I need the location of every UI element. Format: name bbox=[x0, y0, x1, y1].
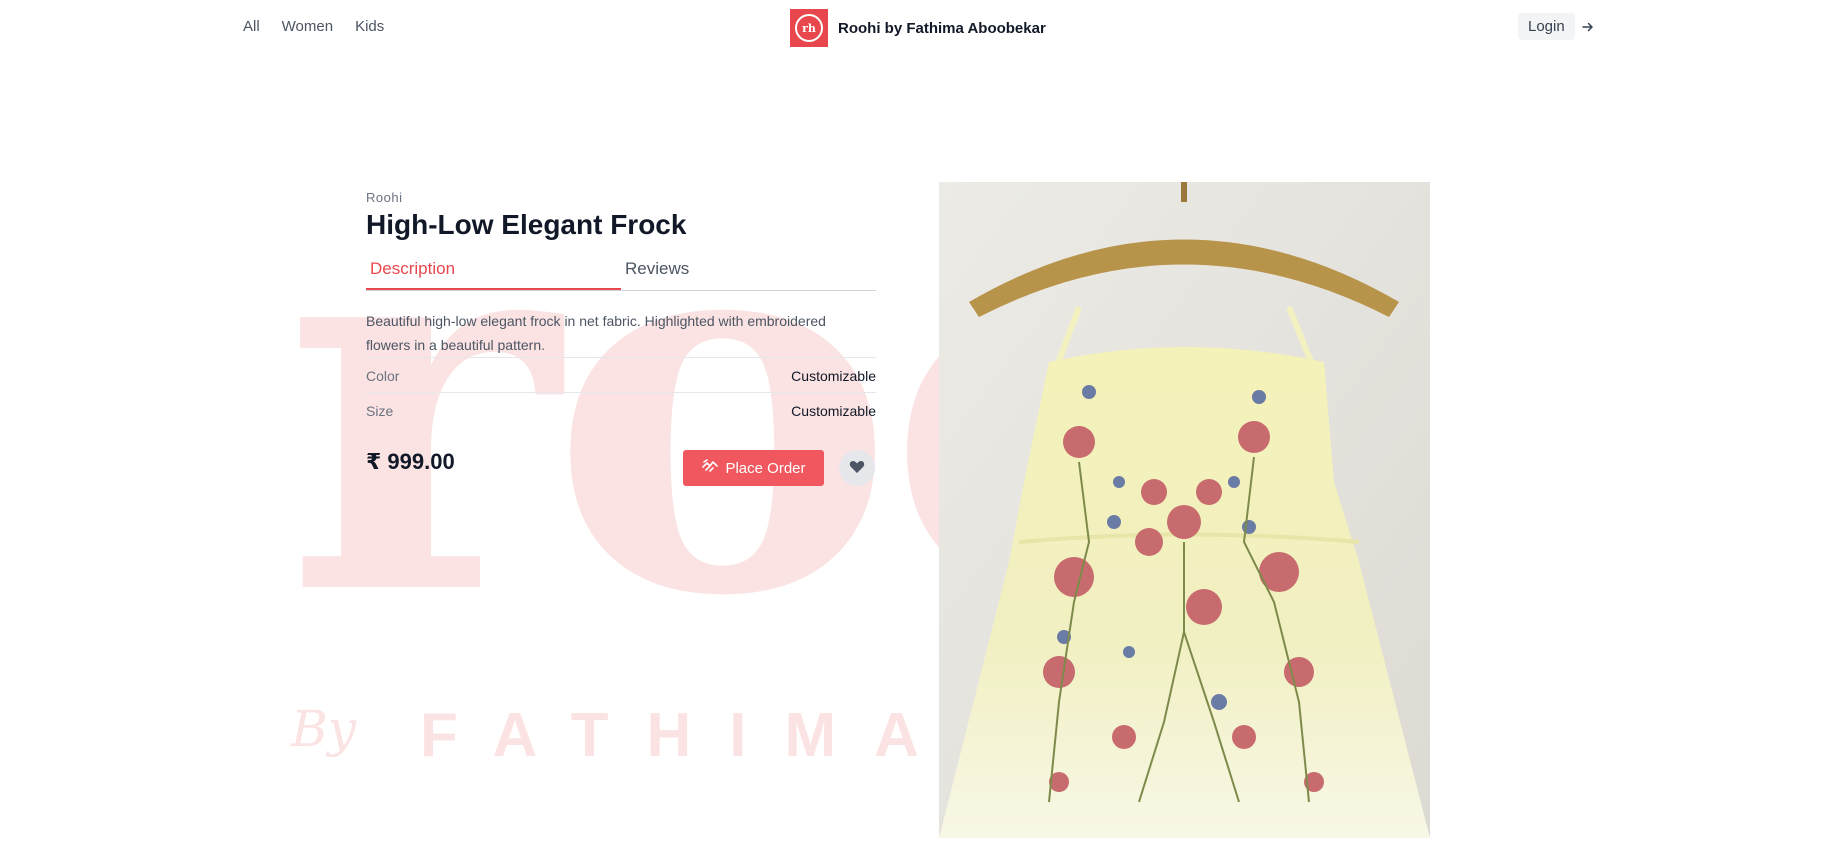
product-description: Beautiful high-low elegant frock in net … bbox=[366, 313, 826, 353]
product-brand: Roohi bbox=[366, 190, 403, 205]
product-title: High-Low Elegant Frock bbox=[366, 209, 687, 240]
site-header: All Women Kids rh Roohi by Fathima Aboob… bbox=[0, 0, 1838, 56]
nav-item-kids[interactable]: Kids bbox=[355, 18, 384, 35]
product-image bbox=[939, 182, 1430, 838]
product-tabs: Description Reviews bbox=[366, 259, 876, 291]
brand-home-link[interactable]: rh Roohi by Fathima Aboobekar bbox=[790, 9, 1046, 47]
tab-description[interactable]: Description bbox=[366, 259, 621, 290]
spec-value: Customizable bbox=[791, 368, 876, 384]
category-nav: All Women Kids bbox=[243, 18, 384, 35]
place-order-button[interactable]: Place Order bbox=[683, 450, 824, 486]
watermark-by: By bbox=[291, 700, 356, 758]
purchase-row: ₹ 999.00 Place Order bbox=[366, 445, 876, 489]
login-button[interactable]: Login bbox=[1518, 13, 1575, 40]
brand-name: Roohi by Fathima Aboobekar bbox=[838, 19, 1046, 37]
login-area: Login bbox=[1518, 13, 1595, 40]
brand-logo: rh bbox=[790, 9, 828, 47]
spec-row-size: Size Customizable bbox=[366, 392, 876, 427]
heart-icon bbox=[849, 459, 865, 477]
arrow-right-icon[interactable] bbox=[1581, 20, 1595, 34]
wishlist-button[interactable] bbox=[839, 450, 875, 486]
tab-reviews[interactable]: Reviews bbox=[621, 259, 876, 290]
product-info: Roohi High-Low Elegant Frock Description… bbox=[366, 190, 876, 489]
spec-row-color: Color Customizable bbox=[366, 357, 876, 392]
nav-item-all[interactable]: All bbox=[243, 18, 260, 35]
brand-logo-mark: rh bbox=[795, 14, 823, 42]
spec-value: Customizable bbox=[791, 403, 876, 419]
product-price: ₹ 999.00 bbox=[366, 449, 455, 474]
spec-label: Size bbox=[366, 403, 394, 419]
nav-item-women[interactable]: Women bbox=[282, 18, 333, 35]
order-hand-icon bbox=[701, 458, 719, 478]
spec-label: Color bbox=[366, 368, 400, 384]
place-order-label: Place Order bbox=[725, 459, 806, 477]
